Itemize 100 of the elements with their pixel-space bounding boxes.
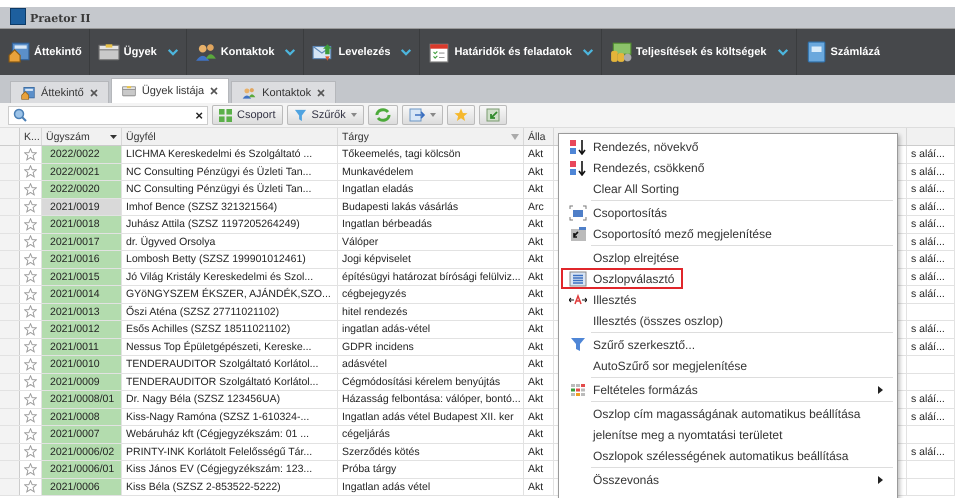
row-header-cell[interactable] <box>0 444 20 460</box>
table-cell: Akt <box>524 374 554 390</box>
favorite-button[interactable] <box>446 105 475 125</box>
tab[interactable]: Ügyek listája <box>110 78 230 103</box>
star-icon[interactable] <box>24 428 37 441</box>
menu-item[interactable]: Szűrő szerkesztő... <box>561 334 895 355</box>
table-cell: s aláí... <box>907 338 955 355</box>
table-cell: Akt <box>524 356 554 372</box>
table-cell: 2021/0013 <box>42 304 122 320</box>
menu-item[interactable]: Csoportosító mező megjelenítése <box>561 223 895 244</box>
menu-item[interactable]: Illesztés (összes oszlop) <box>561 310 895 331</box>
menu-item[interactable]: Rendezés, növekvő <box>561 136 895 157</box>
row-header-cell[interactable] <box>0 391 20 408</box>
column-header[interactable]: Tárgy <box>338 128 524 145</box>
star-icon[interactable] <box>24 462 37 476</box>
row-header-cell[interactable] <box>0 234 20 250</box>
star-icon[interactable] <box>24 358 37 371</box>
row-header-cell[interactable] <box>0 198 20 215</box>
row-header-cell[interactable] <box>0 164 20 180</box>
star-icon[interactable] <box>24 288 37 301</box>
group-button[interactable]: Csoport <box>212 105 283 125</box>
table-cell: 2022/0020 <box>42 181 122 198</box>
tab[interactable]: Áttekintő <box>10 81 109 103</box>
star-icon[interactable] <box>24 340 37 354</box>
table-cell: Akt <box>524 426 554 442</box>
menu-item[interactable]: Oszlop cím magasságának automatikus beállítása <box>561 403 895 424</box>
menu-item[interactable]: jelenítse meg a nyomtatási területet <box>561 424 895 445</box>
star-icon[interactable] <box>24 235 37 248</box>
menu-item[interactable]: Illesztés <box>561 289 895 310</box>
table-cell: s aláí... <box>907 198 955 215</box>
table-cell: Budapesti lakás vásárlás <box>338 198 524 215</box>
export-dropdown-button[interactable] <box>402 105 443 125</box>
house-window-icon <box>8 41 30 63</box>
column-header[interactable]: Ügyszám <box>42 128 122 145</box>
menu-item[interactable]: Oszlopválasztó <box>561 268 683 289</box>
star-icon[interactable] <box>24 392 37 406</box>
close-icon[interactable] <box>210 87 218 95</box>
row-header-cell[interactable] <box>0 268 20 285</box>
menu-item[interactable]: Feltételes formázás <box>561 379 895 400</box>
star-icon[interactable] <box>24 480 37 494</box>
close-icon[interactable] <box>317 88 326 96</box>
star-icon[interactable] <box>24 322 37 336</box>
star-icon[interactable] <box>24 305 37 318</box>
nav-menu-button[interactable]: Számlázá <box>796 29 880 75</box>
menu-item[interactable]: Rendezés, csökkenő <box>561 157 895 178</box>
row-header-cell[interactable] <box>0 321 20 338</box>
row-header-cell[interactable] <box>0 304 20 320</box>
row-header-cell[interactable] <box>0 251 20 268</box>
table-cell: építésügyi határozat bírósági felülviz... <box>338 268 524 285</box>
tab[interactable]: Kontaktok <box>231 81 336 103</box>
star-icon[interactable] <box>24 410 37 424</box>
color-grid-icon <box>569 382 587 398</box>
menu-item[interactable]: Clear All Sorting <box>561 178 895 199</box>
table-cell: 2021/0019 <box>42 198 122 215</box>
filter-dropdown-button[interactable]: Szűrők <box>286 105 364 125</box>
row-header-cell[interactable] <box>0 146 20 162</box>
table-cell: adásvétel <box>338 356 524 372</box>
column-header[interactable]: Álla <box>524 128 554 145</box>
table-cell: Akt <box>524 216 554 232</box>
calendar-icon <box>428 41 450 63</box>
people-icon <box>242 86 256 100</box>
star-icon[interactable] <box>24 200 37 214</box>
star-icon[interactable] <box>24 165 37 178</box>
export-icon <box>408 108 425 122</box>
row-header-cell[interactable] <box>0 461 20 478</box>
column-header[interactable]: K... <box>20 128 42 145</box>
submenu-arrow-icon <box>878 476 883 484</box>
row-header-cell[interactable] <box>0 478 20 495</box>
chevron-down-icon <box>776 48 788 56</box>
row-header-cell[interactable] <box>0 426 20 442</box>
menu-item[interactable]: Oszlop elrejtése <box>561 247 895 268</box>
table-cell: Ingatlan eladás <box>338 181 524 198</box>
refresh-button[interactable] <box>368 105 398 125</box>
row-header-cell[interactable] <box>0 338 20 355</box>
search-field[interactable]: × <box>8 106 208 124</box>
menu-item[interactable]: Csoportosítás <box>561 202 895 223</box>
folder-box-icon <box>122 84 136 98</box>
star-icon[interactable] <box>24 218 37 231</box>
table-cell: Házasság felbontása: válóper, bontó... <box>338 391 524 408</box>
menu-item[interactable]: AutoSzűrő sor megjelenítése <box>561 355 895 376</box>
star-icon[interactable] <box>24 270 37 284</box>
table-cell: 2021/0012 <box>42 321 122 338</box>
star-icon[interactable] <box>24 148 37 161</box>
table-cell: Jó Világ Kristály Kereskedelmi és Szol... <box>122 268 338 285</box>
star-icon[interactable] <box>24 375 37 388</box>
column-header[interactable]: Ügyfél <box>122 128 338 145</box>
row-header-cell[interactable] <box>0 286 20 302</box>
star-icon[interactable] <box>24 182 37 196</box>
import-button[interactable] <box>478 105 507 125</box>
row-header-cell[interactable] <box>0 374 20 390</box>
row-header-cell[interactable] <box>0 356 20 372</box>
row-header-cell[interactable] <box>0 216 20 232</box>
star-icon[interactable] <box>24 445 37 458</box>
clear-button[interactable]: × <box>195 108 203 122</box>
row-header-cell[interactable] <box>0 181 20 198</box>
star-icon[interactable] <box>24 252 37 266</box>
menu-item[interactable]: Összevonás <box>561 469 895 490</box>
close-icon[interactable] <box>90 88 98 96</box>
menu-item[interactable]: Oszlopok szélességének automatikus beállítása <box>561 445 895 466</box>
row-header-cell[interactable] <box>0 408 20 425</box>
